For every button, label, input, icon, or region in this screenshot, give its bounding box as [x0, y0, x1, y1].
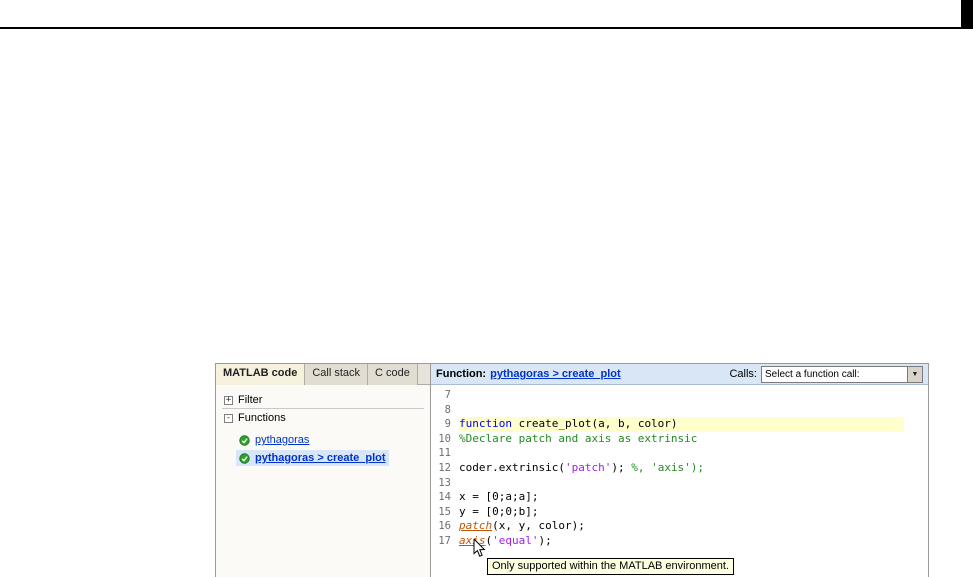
tab-c-code[interactable]: C code	[368, 364, 418, 385]
calls-dropdown[interactable]: Select a function call: ▼	[761, 365, 923, 383]
line-number: 8	[444, 403, 451, 416]
line-number: 14	[438, 491, 451, 504]
code-segment: 'patch'	[564, 460, 612, 474]
line-content: patch(x, y, color);	[459, 519, 904, 534]
code-line: 8	[431, 403, 928, 418]
function-list: pythagoras pythagoras > create_plot	[236, 432, 426, 468]
code-segment: y = [0;0;b];	[459, 504, 539, 518]
function-link[interactable]: pythagoras > create_plot	[255, 452, 386, 464]
code-listing: 7 8 9 function create_plot(a, b, color) 10 %D…	[431, 385, 928, 577]
line-number: 10	[438, 432, 451, 445]
code-line: 17 axis('equal');	[431, 534, 928, 549]
code-segment: x = [0;a;a];	[459, 490, 539, 504]
calls-group: Calls: Select a function call: ▼	[729, 365, 923, 383]
function-icon	[239, 434, 250, 446]
line-number: 11	[438, 447, 451, 460]
left-panel: MATLAB code Call stack C code + Filter - F…	[216, 364, 431, 577]
code-segment: create_plot(a, b, color)	[518, 417, 678, 431]
code-segment: (x, y, color);	[492, 519, 585, 533]
code-panel: Function: pythagoras > create_plot Calls…	[431, 364, 928, 577]
code-line: 16 patch(x, y, color);	[431, 519, 928, 534]
code-segment: );	[611, 460, 632, 474]
function-item-pythagoras-create-plot[interactable]: pythagoras > create_plot	[236, 450, 389, 466]
mouse-cursor-icon	[473, 537, 487, 562]
line-number: 17	[438, 534, 451, 547]
code-segment: function	[459, 417, 519, 431]
code-line: 7	[431, 388, 928, 403]
function-header-link[interactable]: pythagoras > create_plot	[490, 368, 621, 380]
filter-section-header[interactable]: + Filter	[224, 394, 262, 406]
line-content	[459, 476, 904, 491]
code-segment: );	[538, 533, 552, 547]
line-content: axis('equal');	[459, 534, 904, 549]
line-content	[459, 446, 904, 461]
code-line: 9 function create_plot(a, b, color)	[431, 417, 928, 432]
expand-plus-icon[interactable]: +	[224, 395, 233, 405]
code-generation-report: MATLAB code Call stack C code + Filter - F…	[215, 363, 929, 577]
code-line: 10 %Declare patch and axis as extrinsic	[431, 432, 928, 447]
code-header: Function: pythagoras > create_plot Calls…	[431, 364, 928, 385]
line-number: 16	[438, 520, 451, 533]
window-top-border	[0, 27, 973, 29]
line-number: 12	[438, 461, 451, 474]
functions-section-header[interactable]: - Functions	[224, 412, 286, 424]
window-corner-block	[961, 0, 973, 27]
tooltip: Only supported within the MATLAB environ…	[487, 558, 735, 575]
line-content	[459, 403, 904, 418]
code-line: 11	[431, 446, 928, 461]
line-number: 7	[444, 389, 451, 401]
code-line: 12 coder.extrinsic('patch'); %, 'axis');	[431, 461, 928, 476]
line-number: 15	[438, 505, 451, 518]
function-item-pythagoras[interactable]: pythagoras	[236, 432, 312, 448]
line-content	[459, 388, 904, 403]
line-content: x = [0;a;a];	[459, 490, 904, 505]
dropdown-arrow-button[interactable]: ▼	[907, 366, 922, 382]
code-segment: 'equal'	[492, 533, 539, 547]
extrinsic-function-link[interactable]: patch	[459, 519, 492, 532]
function-icon	[239, 452, 250, 464]
code-line: 15 y = [0;0;b];	[431, 505, 928, 520]
tab-matlab-code[interactable]: MATLAB code	[216, 364, 306, 385]
line-content: y = [0;0;b];	[459, 505, 904, 520]
tab-bar: MATLAB code Call stack C code	[216, 364, 430, 385]
screen: MATLAB code Call stack C code + Filter - F…	[0, 0, 973, 577]
chevron-down-icon: ▼	[911, 370, 919, 378]
line-number: 13	[438, 476, 451, 489]
code-segment: coder.extrinsic(	[459, 460, 565, 474]
line-content: %Declare patch and axis as extrinsic	[459, 432, 904, 447]
collapse-minus-icon[interactable]: -	[224, 413, 233, 423]
code-line: 14 x = [0;a;a];	[431, 490, 928, 505]
code-segment: %Declare patch and axis as extrinsic	[459, 431, 698, 445]
calls-dropdown-value: Select a function call:	[765, 368, 860, 380]
filter-label: Filter	[238, 394, 263, 406]
tab-call-stack[interactable]: Call stack	[305, 364, 369, 385]
line-content: coder.extrinsic('patch'); %, 'axis');	[459, 461, 904, 476]
line-content: function create_plot(a, b, color)	[459, 417, 904, 432]
function-label: Function:	[436, 368, 487, 380]
code-line: 13	[431, 476, 928, 491]
line-number: 9	[444, 418, 451, 431]
function-link[interactable]: pythagoras	[255, 434, 309, 446]
functions-label: Functions	[238, 412, 286, 424]
section-divider	[222, 408, 424, 409]
calls-label: Calls:	[729, 368, 757, 380]
code-segment: %, 'axis');	[631, 460, 705, 474]
